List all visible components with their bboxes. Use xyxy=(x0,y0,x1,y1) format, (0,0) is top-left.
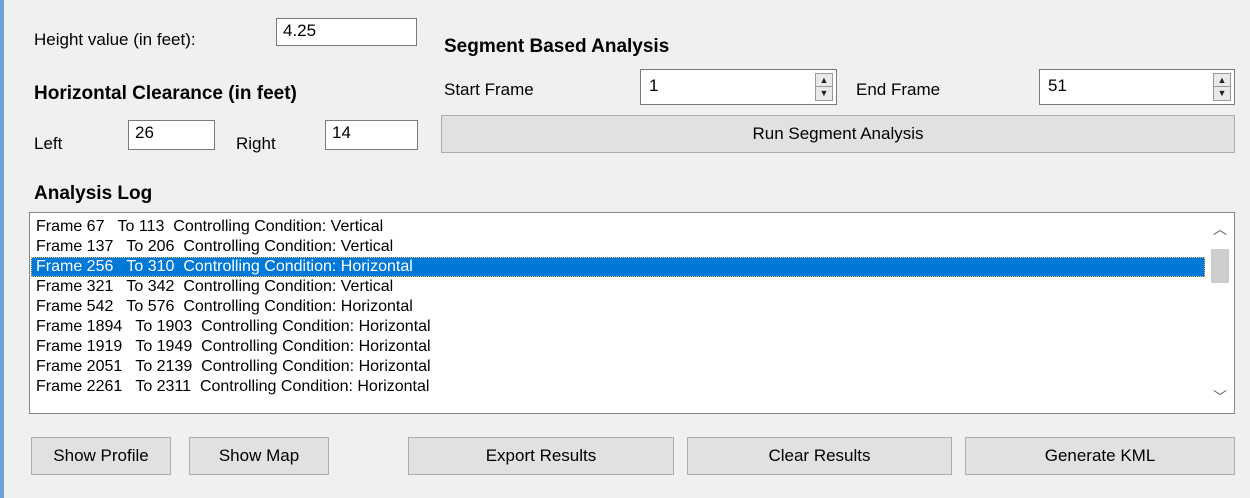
left-label: Left xyxy=(34,134,63,153)
right-label: Right xyxy=(236,134,276,153)
start-frame-value: 1 xyxy=(649,76,659,95)
left-clearance-input[interactable]: 26 xyxy=(128,120,215,150)
start-frame-spinner[interactable]: 1 ▲ ▼ xyxy=(640,69,837,105)
spin-up-icon[interactable]: ▲ xyxy=(1214,74,1230,87)
spin-down-icon[interactable]: ▼ xyxy=(1214,87,1230,100)
clear-results-button[interactable]: Clear Results xyxy=(687,437,952,475)
show-profile-button[interactable]: Show Profile xyxy=(31,437,171,475)
spin-up-icon[interactable]: ▲ xyxy=(816,74,832,87)
end-frame-value: 51 xyxy=(1048,76,1067,95)
log-row[interactable]: Frame 2261 To 2311 Controlling Condition… xyxy=(31,377,1205,397)
show-map-button[interactable]: Show Map xyxy=(189,437,329,475)
log-scrollbar[interactable]: ︿ ﹀ xyxy=(1206,213,1234,413)
log-row[interactable]: Frame 1919 To 1949 Controlling Condition… xyxy=(31,337,1205,357)
log-row[interactable]: Frame 2051 To 2139 Controlling Condition… xyxy=(31,357,1205,377)
start-frame-label: Start Frame xyxy=(444,80,534,99)
log-row[interactable]: Frame 321 To 342 Controlling Condition: … xyxy=(31,277,1205,297)
analysis-log-list: Frame 67 To 113 Controlling Condition: V… xyxy=(31,217,1205,397)
spin-down-icon[interactable]: ▼ xyxy=(816,87,832,100)
end-frame-spin-buttons[interactable]: ▲ ▼ xyxy=(1213,73,1231,101)
height-label: Height value (in feet): xyxy=(34,30,196,49)
scroll-down-icon[interactable]: ﹀ xyxy=(1206,385,1234,409)
start-frame-spin-buttons[interactable]: ▲ ▼ xyxy=(815,73,833,101)
log-row[interactable]: Frame 137 To 206 Controlling Condition: … xyxy=(31,237,1205,257)
end-frame-label: End Frame xyxy=(856,80,941,99)
height-input[interactable]: 4.25 xyxy=(276,18,417,46)
segment-analysis-heading: Segment Based Analysis xyxy=(444,36,670,57)
scroll-up-icon[interactable]: ︿ xyxy=(1206,217,1234,241)
right-clearance-input[interactable]: 14 xyxy=(325,120,418,150)
generate-kml-button[interactable]: Generate KML xyxy=(965,437,1235,475)
horizontal-clearance-heading: Horizontal Clearance (in feet) xyxy=(34,83,297,104)
log-row[interactable]: Frame 256 To 310 Controlling Condition: … xyxy=(31,257,1205,277)
end-frame-spinner[interactable]: 51 ▲ ▼ xyxy=(1039,69,1235,105)
scroll-thumb[interactable] xyxy=(1211,249,1229,283)
log-row[interactable]: Frame 67 To 113 Controlling Condition: V… xyxy=(31,217,1205,237)
analysis-log-listbox[interactable]: Frame 67 To 113 Controlling Condition: V… xyxy=(29,212,1235,414)
analysis-log-heading: Analysis Log xyxy=(34,183,153,204)
export-results-button[interactable]: Export Results xyxy=(408,437,674,475)
log-row[interactable]: Frame 1894 To 1903 Controlling Condition… xyxy=(31,317,1205,337)
analysis-window: Height value (in feet): 4.25 Horizontal … xyxy=(0,0,1250,498)
log-row[interactable]: Frame 542 To 576 Controlling Condition: … xyxy=(31,297,1205,317)
run-segment-analysis-button[interactable]: Run Segment Analysis xyxy=(441,115,1235,153)
